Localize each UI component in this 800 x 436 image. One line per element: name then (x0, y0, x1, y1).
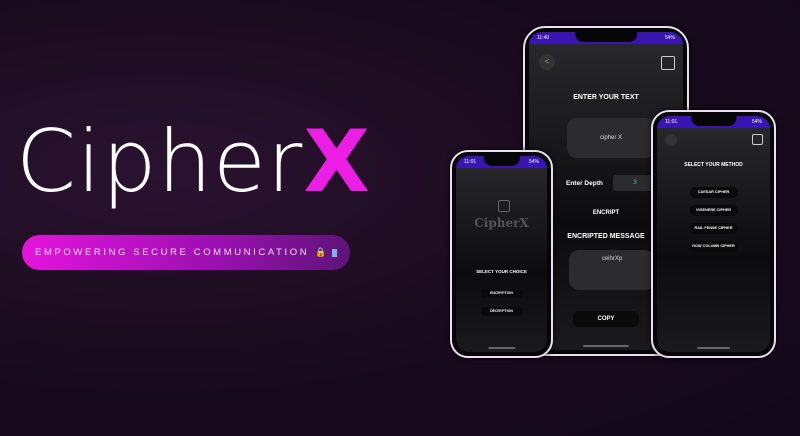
status-battery: 54% (528, 159, 539, 165)
status-battery: 54% (664, 35, 675, 41)
depth-label: Enter Depth (566, 180, 603, 187)
home-screen: 11:01 54% CipherX SELECT YOUR CHOICE ENCR… (456, 156, 547, 352)
home-bar (696, 347, 731, 349)
tagline-pill: EMPOWERING SECURE COMMUNICATION 🔒 (22, 235, 350, 270)
title-main: Cipher (16, 112, 304, 212)
vigenere-cipher-button[interactable]: VIGENERE CIPHER (689, 205, 738, 216)
select-method-heading: SELECT YOUR METHOD (684, 162, 743, 168)
notch (575, 32, 637, 42)
status-time: 11:01 (464, 159, 477, 165)
enter-text-heading: ENTER YOUR TEXT (573, 94, 639, 101)
method-screen: 11:01 54% SELECT YOUR METHOD CAESAR CIPHE… (657, 116, 770, 352)
rail-fence-cipher-button[interactable]: RAIL FENSE CIPHER (689, 223, 738, 234)
result-output: ceihrXp (569, 250, 655, 290)
back-button[interactable]: < (539, 54, 555, 70)
logo-icon (661, 56, 675, 70)
tagline-text: EMPOWERING SECURE COMMUNICATION (35, 247, 310, 258)
status-battery: 54% (751, 119, 762, 125)
text-input[interactable]: cipher X (567, 118, 655, 158)
decryption-button[interactable]: DECRYPTION (480, 307, 523, 316)
back-button[interactable] (665, 134, 677, 146)
app-logo-text: CipherX (474, 216, 529, 230)
status-time: 11:01 (665, 119, 678, 125)
select-choice-heading: SELECT YOUR CHOICE (476, 269, 527, 274)
phone-icon (331, 248, 337, 257)
phone-home: 11:01 54% CipherX SELECT YOUR CHOICE ENCR… (450, 150, 553, 358)
caesar-cipher-button[interactable]: CAESAR CIPHER (689, 187, 738, 198)
notch (483, 156, 520, 166)
copy-button[interactable]: COPY (573, 311, 639, 327)
logo-icon (752, 134, 763, 145)
home-bar (582, 345, 630, 347)
row-column-cipher-button[interactable]: ROW COLUMN CIPHER (689, 241, 738, 252)
lock-icon: 🔒 (315, 247, 329, 257)
phone-method: 11:01 54% SELECT YOUR METHOD CAESAR CIPHE… (651, 110, 776, 358)
home-bar (487, 347, 516, 349)
status-time: 11:40 (537, 35, 550, 41)
title-accent: X (303, 112, 371, 212)
logo-icon (498, 200, 510, 212)
notch (690, 116, 737, 126)
app-title: CipherX (16, 112, 371, 212)
encryption-button[interactable]: ENCRYPTION (480, 289, 523, 298)
